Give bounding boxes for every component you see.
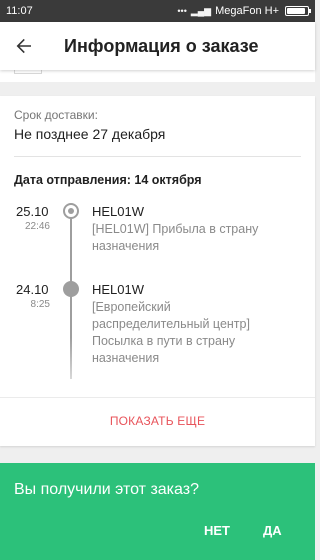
no-button[interactable]: НЕТ: [198, 519, 236, 542]
notification-dots-icon: •••: [177, 6, 187, 16]
page-title: Информация о заказе: [64, 36, 259, 56]
past-status-marker-icon: [63, 281, 79, 297]
event-location: HEL01W: [92, 204, 145, 219]
back-button[interactable]: [10, 32, 38, 60]
collapsed-item-edge: [14, 70, 42, 74]
event-description: [HEL01W] Прибыла в страну назначения: [92, 222, 259, 253]
battery-icon: [285, 6, 311, 16]
prompt-question: Вы получили этот заказ?: [14, 481, 199, 498]
delivery-label: Срок доставки:: [14, 108, 98, 122]
event-description: [Европейский распределительный центр] По…: [92, 300, 250, 365]
current-status-marker-icon: [63, 203, 79, 219]
battery-level: [287, 8, 305, 14]
shipment-date: Дата отправления: 14 октября: [14, 173, 202, 187]
delivery-value: Не позднее 27 декабря: [14, 126, 166, 142]
tracking-card: Срок доставки: Не позднее 27 декабря Дат…: [0, 96, 315, 446]
previous-card-edge: [0, 70, 315, 82]
status-bar: 11:07 ••• ▂▄▆ MegaFon H+: [0, 0, 315, 22]
event-time: 22:46: [24, 221, 50, 232]
yes-button[interactable]: ДА: [257, 519, 288, 542]
event-date: 25.10: [16, 204, 49, 219]
arrow-back-icon: [16, 38, 31, 54]
carrier-name: MegaFon H+: [215, 5, 279, 17]
signal-icon: ▂▄▆: [190, 6, 212, 16]
status-indicators: ••• ▂▄▆ MegaFon H+: [177, 0, 311, 22]
event-date: 24.10: [16, 282, 49, 297]
show-more-button[interactable]: ПОКАЗАТЬ ЕЩЕ: [0, 398, 315, 444]
app-bar: Информация о заказе: [0, 22, 315, 70]
event-time: 8:25: [30, 299, 50, 310]
order-received-prompt: Вы получили этот заказ? НЕТ ДА: [0, 463, 315, 560]
divider: [14, 156, 301, 157]
event-location: HEL01W: [92, 282, 145, 297]
status-time: 11:07: [6, 5, 33, 17]
